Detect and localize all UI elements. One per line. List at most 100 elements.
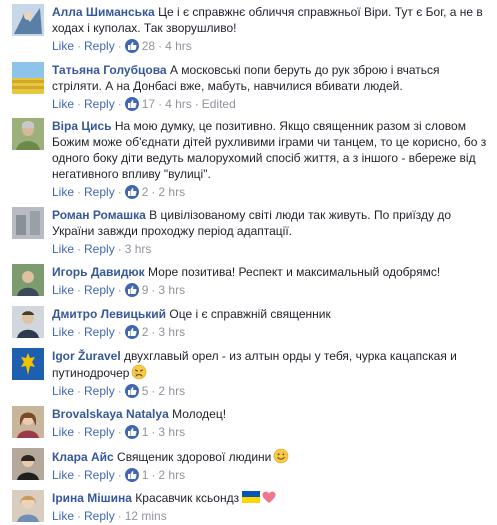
- like-button[interactable]: Like: [52, 39, 74, 53]
- like-button[interactable]: Like: [52, 509, 74, 523]
- comment-time[interactable]: 2 hrs: [158, 384, 185, 398]
- smiling-face-emoji-icon: [273, 448, 289, 464]
- comment-time[interactable]: 4 hrs: [165, 97, 192, 111]
- like-button[interactable]: Like: [52, 468, 74, 482]
- comment-text: Молодец!: [172, 407, 227, 421]
- like-button[interactable]: Like: [52, 185, 74, 199]
- avatar[interactable]: [12, 62, 44, 94]
- crying-face-emoji-icon: [131, 364, 147, 380]
- comment-text: Море позитива! Респект и максимальный од…: [148, 265, 441, 279]
- like-count: 1: [141, 425, 149, 439]
- comment-author[interactable]: Татьяна Голубцова: [52, 63, 167, 77]
- avatar[interactable]: [12, 448, 44, 480]
- ukraine-flag-emoji-icon: [242, 491, 261, 503]
- avatar[interactable]: [12, 406, 44, 438]
- comment-author[interactable]: Алла Шиманська: [52, 5, 155, 19]
- like-button[interactable]: Like: [52, 97, 74, 111]
- comment-author[interactable]: Дмитро Левицький: [52, 307, 166, 321]
- reply-button[interactable]: Reply: [84, 468, 115, 482]
- reply-button[interactable]: Reply: [84, 97, 115, 111]
- like-count: 5: [141, 384, 149, 398]
- reactions-count[interactable]: 1: [124, 425, 149, 439]
- comment-text: На мою думку, це позитивно. Якщо священн…: [52, 119, 487, 181]
- reply-button[interactable]: Reply: [84, 325, 115, 339]
- comment-time[interactable]: 4 hrs: [165, 39, 192, 53]
- like-count: 9: [141, 283, 149, 297]
- comment-actions: Like · Reply · 12 mins: [52, 509, 167, 523]
- comment-time[interactable]: 3 hrs: [158, 425, 185, 439]
- reply-button[interactable]: Reply: [84, 509, 115, 523]
- comment-actions: Like · Reply · 2 · 3 hrs: [52, 325, 186, 339]
- avatar[interactable]: [12, 207, 44, 239]
- comment-text: Священик здорової людини: [117, 450, 272, 464]
- thumbs-up-icon: [124, 468, 139, 482]
- comment-text: Оце і є справжній священник: [169, 307, 331, 321]
- comment-author[interactable]: Ірина Мішина: [52, 491, 132, 505]
- like-button[interactable]: Like: [52, 242, 74, 256]
- reply-button[interactable]: Reply: [84, 185, 115, 199]
- comment-text: Красавчик ксьондз: [135, 491, 240, 505]
- comment-body: Татьяна Голубцова А московські попи беру…: [52, 62, 490, 112]
- thumbs-up-icon: [124, 39, 139, 53]
- comment-body: Игорь Давидюк Море позитива! Респект и м…: [52, 264, 490, 298]
- comment-time[interactable]: 3 hrs: [158, 283, 185, 297]
- comment-actions: Like · Reply · 5 · 2 hrs: [52, 384, 186, 398]
- thumbs-up-icon: [124, 325, 139, 339]
- comment-author[interactable]: Igor Žuravel: [52, 349, 121, 363]
- thumbs-up-icon: [124, 283, 139, 297]
- reply-button[interactable]: Reply: [84, 283, 115, 297]
- comment-body: Алла Шиманська Це і є справжнє обличчя с…: [52, 4, 490, 54]
- comment-body: Клара Айс Священик здорової людини Like ·…: [52, 448, 490, 483]
- like-count: 28: [141, 39, 156, 53]
- reactions-count[interactable]: 1: [124, 468, 149, 482]
- comment-time[interactable]: 2 hrs: [158, 468, 185, 482]
- comment-time[interactable]: 2 hrs: [158, 185, 185, 199]
- comment-author[interactable]: Роман Ромашка: [52, 208, 146, 222]
- like-count: 2: [141, 325, 149, 339]
- reactions-count[interactable]: 5: [124, 384, 149, 398]
- comments-list: Алла Шиманська Це і є справжнє обличчя с…: [0, 0, 497, 525]
- edited-label[interactable]: Edited: [202, 97, 236, 111]
- comment-time[interactable]: 3 hrs: [125, 242, 152, 256]
- reply-button[interactable]: Reply: [84, 384, 115, 398]
- comment-author[interactable]: Игорь Давидюк: [52, 265, 145, 279]
- reply-button[interactable]: Reply: [84, 425, 115, 439]
- thumbs-up-icon: [124, 384, 139, 398]
- thumbs-up-icon: [124, 185, 139, 199]
- reply-button[interactable]: Reply: [84, 39, 115, 53]
- reactions-count[interactable]: 2: [124, 325, 149, 339]
- avatar[interactable]: [12, 490, 44, 522]
- comment-actions: Like · Reply · 9 · 3 hrs: [52, 283, 186, 297]
- comment-actions: Like · Reply · 1 · 2 hrs: [52, 468, 186, 482]
- pink-heart-emoji-icon: [262, 491, 276, 504]
- reactions-count[interactable]: 9: [124, 283, 149, 297]
- reactions-count[interactable]: 28: [124, 39, 156, 53]
- thumbs-up-icon: [124, 425, 139, 439]
- comment-body: Ірина Мішина Красавчик ксьондз Like · Repl…: [52, 490, 490, 524]
- avatar[interactable]: [12, 4, 44, 36]
- avatar[interactable]: [12, 348, 44, 380]
- comment-actions: Like · Reply · 3 hrs: [52, 242, 152, 256]
- comment-time[interactable]: 12 mins: [125, 509, 167, 523]
- comment-author[interactable]: Клара Айс: [52, 450, 114, 464]
- like-button[interactable]: Like: [52, 325, 74, 339]
- reactions-count[interactable]: 2: [124, 185, 148, 199]
- like-button[interactable]: Like: [52, 425, 74, 439]
- avatar[interactable]: [12, 118, 44, 150]
- like-count: 1: [141, 468, 149, 482]
- comment-actions: Like · Reply · 28 · 4 hrs: [52, 39, 192, 53]
- avatar[interactable]: [12, 264, 44, 296]
- comment-body: Віра Цись На мою думку, це позитивно. Як…: [52, 118, 490, 200]
- like-button[interactable]: Like: [52, 384, 74, 398]
- comment-body: Brovalskaya Natalya Молодец! Like · Reply ·…: [52, 406, 490, 440]
- avatar[interactable]: [12, 306, 44, 338]
- reactions-count[interactable]: 17: [124, 97, 155, 111]
- thumbs-up-icon: [124, 97, 139, 111]
- reply-button[interactable]: Reply: [84, 242, 115, 256]
- comment-actions: Like · Reply · 17 · 4 hrs · Edited: [52, 97, 236, 111]
- like-button[interactable]: Like: [52, 283, 74, 297]
- comment-author[interactable]: Brovalskaya Natalya: [52, 407, 169, 421]
- comment-time[interactable]: 3 hrs: [158, 325, 185, 339]
- comment-author[interactable]: Віра Цись: [52, 119, 112, 133]
- comment-body: Роман Ромашка В цивілізованому світі люд…: [52, 207, 490, 257]
